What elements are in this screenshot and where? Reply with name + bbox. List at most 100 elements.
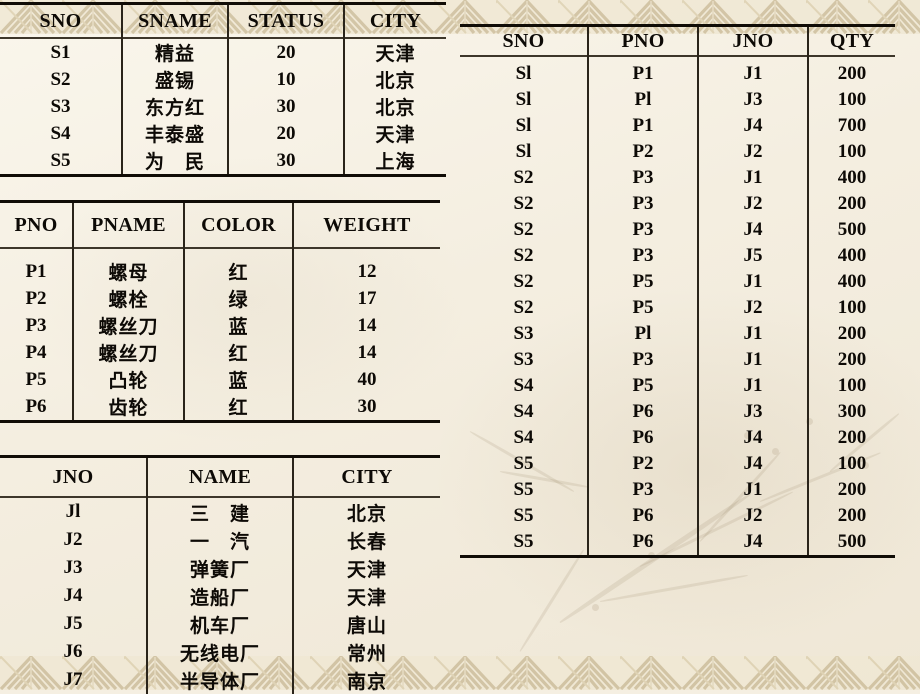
table-row: S5 P6 J2 200 (460, 503, 895, 529)
cell-sno: S4 (460, 373, 589, 399)
cell-jno: J3 (0, 554, 148, 582)
cell-pno: P3 (588, 347, 699, 373)
cell-qty: 400 (837, 245, 867, 266)
cell-weight: 17 (357, 287, 377, 309)
cell-sno: Sl (460, 139, 589, 165)
supplier-table: SNO SNAME STATUS CITY S1 精益 20 天津 S2 盛锡 … (0, 2, 446, 177)
cell-sno: S5 (460, 451, 589, 477)
cell-jno: J1 (698, 165, 809, 191)
spj-table: SNO PNO JNO QTY Sl P1 J1 200 Sl Pl J3 100 Sl P1 J4… (460, 24, 895, 558)
cell-sno: S4 (460, 425, 589, 451)
cell-pname: 螺丝刀 (73, 312, 185, 339)
cell-color: 红 (184, 248, 294, 285)
cell-qty: 200 (837, 505, 867, 526)
column-header-jno: JNO (0, 456, 148, 497)
table-row: P3 螺丝刀 蓝 14 (0, 312, 440, 339)
cell-jno: J5 (0, 610, 148, 638)
cell-color: 蓝 (184, 312, 294, 339)
cell-sno: S5 (460, 477, 589, 503)
cell-jno: J1 (698, 56, 809, 87)
column-header-pno: PNO (588, 25, 699, 56)
column-header-city: CITY (341, 465, 393, 488)
cell-sno: Sl (460, 87, 589, 113)
table-row: J3 弹簧厂 天津 (0, 554, 440, 582)
cell-pno: Pl (588, 321, 699, 347)
cell-pno: P2 (588, 451, 699, 477)
cell-jno: J1 (698, 321, 809, 347)
table-row: J4 造船厂 天津 (0, 582, 440, 610)
cell-pno: P3 (588, 165, 699, 191)
table-row: S2 P3 J5 400 (460, 243, 895, 269)
table-row: S3 P3 J1 200 (460, 347, 895, 373)
cell-weight: 14 (357, 314, 377, 336)
cell-qty: 200 (837, 479, 867, 500)
column-header-sno: SNO (0, 3, 123, 38)
column-header-qty: QTY (829, 29, 875, 52)
cell-weight: 40 (357, 368, 377, 390)
cell-name: 三 建 (147, 497, 294, 526)
table-header-row: SNO SNAME STATUS CITY (0, 3, 446, 38)
cell-qty: 100 (837, 141, 867, 162)
column-header-jno: JNO (698, 25, 809, 56)
table-row: S4 P5 J1 100 (460, 373, 895, 399)
table-row: S2 P5 J1 400 (460, 269, 895, 295)
cell-pno: P2 (588, 139, 699, 165)
cell-pno: P1 (588, 113, 699, 139)
table-row: Sl Pl J3 100 (460, 87, 895, 113)
cell-sname: 东方红 (122, 93, 229, 120)
table-row: S4 丰泰盛 20 天津 (0, 120, 446, 147)
cell-qty: 100 (837, 297, 867, 318)
table-row: P2 螺栓 绿 17 (0, 285, 440, 312)
cell-jno: J1 (698, 269, 809, 295)
cell-pno: P3 (588, 477, 699, 503)
slide-canvas: SNO SNAME STATUS CITY S1 精益 20 天津 S2 盛锡 … (0, 0, 920, 694)
cell-jno: J1 (698, 373, 809, 399)
cell-city: 天津 (375, 43, 416, 65)
cell-qty: 400 (837, 167, 867, 188)
cell-sno: S3 (460, 347, 589, 373)
cell-pno: P6 (588, 399, 699, 425)
cell-jno: J4 (698, 529, 809, 557)
cell-qty: 200 (837, 193, 867, 214)
cell-sno: S2 (460, 191, 589, 217)
cell-sno: S2 (460, 243, 589, 269)
column-header-weight: WEIGHT (323, 213, 411, 236)
cell-pno: P2 (0, 285, 74, 312)
cell-qty: 500 (837, 219, 867, 240)
cell-pno: Pl (588, 87, 699, 113)
cell-pno: P3 (588, 217, 699, 243)
table-row: S3 Pl J1 200 (460, 321, 895, 347)
table-row: P4 螺丝刀 红 14 (0, 339, 440, 366)
cell-pno: P5 (588, 373, 699, 399)
table-row: J2 一 汽 长春 (0, 526, 440, 554)
cell-jno: J4 (698, 217, 809, 243)
cell-jno: J4 (698, 451, 809, 477)
table-row: Sl P1 J4 700 (460, 113, 895, 139)
table-row: S4 P6 J4 200 (460, 425, 895, 451)
cell-sno: Sl (460, 56, 589, 87)
cell-sname: 精益 (122, 38, 229, 66)
cell-weight: 30 (357, 395, 377, 417)
column-header-name: NAME (147, 456, 294, 497)
table-row: S3 东方红 30 北京 (0, 93, 446, 120)
table-row: Sl P1 J1 200 (460, 56, 895, 87)
cell-pno: P6 (588, 529, 699, 557)
cell-pno: P6 (588, 503, 699, 529)
column-header-pno: PNO (0, 201, 74, 248)
cell-pno: P5 (588, 295, 699, 321)
cell-qty: 200 (837, 323, 867, 344)
column-header-color: COLOR (184, 201, 294, 248)
column-header-sname: SNAME (122, 3, 229, 38)
cell-color: 红 (184, 339, 294, 366)
table-header-row: PNO PNAME COLOR WEIGHT (0, 201, 440, 248)
cell-pname: 螺丝刀 (73, 339, 185, 366)
cell-status: 20 (228, 38, 345, 66)
cell-jno: J3 (698, 87, 809, 113)
cell-pno: P6 (588, 425, 699, 451)
cell-weight: 12 (357, 260, 377, 282)
cell-pno: P3 (588, 191, 699, 217)
table-row: S2 P5 J2 100 (460, 295, 895, 321)
cell-pno: P5 (0, 366, 74, 393)
cell-qty: 700 (837, 115, 867, 136)
cell-pname: 凸轮 (73, 366, 185, 393)
